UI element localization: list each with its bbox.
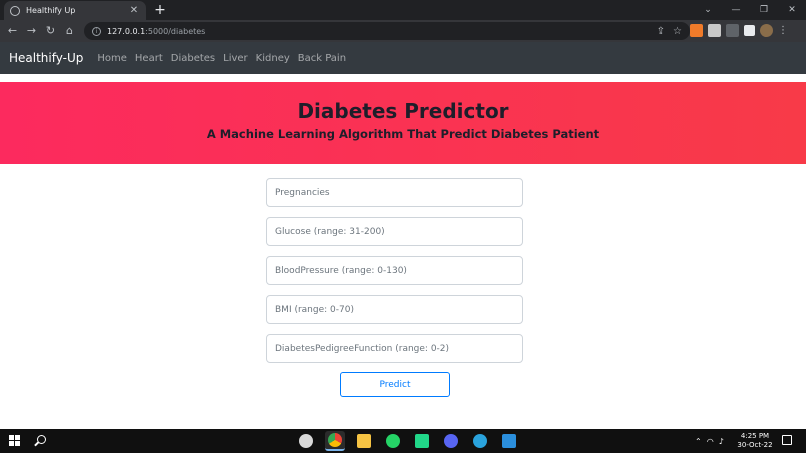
minimize-icon[interactable]: — [722, 5, 750, 15]
profile-avatar[interactable] [760, 24, 773, 37]
nav-link-kidney[interactable]: Kidney [256, 53, 290, 64]
nav-link-liver[interactable]: Liver [223, 53, 248, 64]
telegram-icon[interactable] [470, 431, 490, 451]
taskbar-apps [296, 431, 519, 451]
notification-icon[interactable] [782, 435, 792, 445]
tab-search-icon[interactable]: ⌄ [694, 5, 722, 15]
file-explorer-icon[interactable] [354, 431, 374, 451]
metamask-extension-icon[interactable] [690, 24, 703, 37]
vscode-icon[interactable] [499, 431, 519, 451]
volume-icon[interactable]: ♪ [719, 437, 724, 446]
nav-link-home[interactable]: Home [97, 53, 127, 64]
chrome-app-icon[interactable] [325, 431, 345, 451]
back-arrow-icon[interactable]: ← [3, 20, 22, 42]
info-icon[interactable]: i [92, 26, 101, 36]
windows-taskbar: ⌃ ◠ ♪ 4:25 PM 30-Oct-22 [0, 429, 806, 453]
extension-icon[interactable] [708, 24, 721, 37]
sidepanel-icon[interactable] [744, 25, 755, 36]
close-tab-icon[interactable]: ✕ [128, 5, 140, 16]
forward-arrow-icon[interactable]: → [22, 20, 41, 42]
page-title: Diabetes Predictor [297, 99, 509, 123]
whatsapp-icon[interactable] [383, 431, 403, 451]
home-icon[interactable]: ⌂ [60, 20, 79, 42]
new-tab-button[interactable]: + [153, 1, 167, 19]
predict-button[interactable]: Predict [340, 372, 450, 397]
share-icon[interactable]: ⇪ [657, 26, 665, 37]
windows-start-icon[interactable] [9, 435, 20, 446]
browser-tab[interactable]: Healthify Up ✕ [4, 1, 146, 20]
search-icon[interactable] [37, 435, 46, 444]
pycharm-icon[interactable] [412, 431, 432, 451]
globe-icon [10, 5, 20, 16]
page-subtitle: A Machine Learning Algorithm That Predic… [206, 127, 600, 141]
nav-link-heart[interactable]: Heart [135, 53, 163, 64]
pedigree-function-input[interactable] [266, 334, 523, 363]
tab-title: Healthify Up [26, 6, 76, 15]
weather-app-icon[interactable] [296, 431, 316, 451]
glucose-input[interactable] [266, 217, 523, 246]
menu-kebab-icon[interactable]: ⋮ [778, 25, 788, 36]
restore-icon[interactable]: ❐ [750, 5, 778, 15]
url-path: :5000/diabetes [145, 26, 206, 36]
discord-icon[interactable] [441, 431, 461, 451]
browser-tabstrip: Healthify Up ✕ + ⌄ — ❐ ✕ [0, 0, 806, 20]
reload-icon[interactable]: ↻ [41, 20, 60, 42]
brand-logo[interactable]: Healthify-Up [9, 51, 83, 65]
nav-link-diabetes[interactable]: Diabetes [171, 53, 215, 64]
bookmark-star-icon[interactable]: ☆ [673, 26, 682, 37]
clock-date: 30-Oct-22 [737, 441, 773, 449]
close-window-icon[interactable]: ✕ [778, 5, 806, 15]
system-tray: ⌃ ◠ ♪ [695, 429, 724, 453]
navbar-spacer [0, 74, 806, 82]
bmi-input[interactable] [266, 295, 523, 324]
hero-banner: Diabetes Predictor A Machine Learning Al… [0, 82, 806, 164]
url-host: 127.0.0.1 [107, 26, 146, 36]
nav-link-back-pain[interactable]: Back Pain [298, 53, 346, 64]
pregnancies-input[interactable] [266, 178, 523, 207]
site-navbar: Healthify-Up Home Heart Diabetes Liver K… [0, 42, 806, 74]
blood-pressure-input[interactable] [266, 256, 523, 285]
clock-time: 4:25 PM [740, 432, 770, 440]
chevron-up-icon[interactable]: ⌃ [695, 437, 702, 446]
browser-toolbar: ← → ↻ ⌂ i 127.0.0.1:5000/diabetes ⇪ ☆ ⋮ [0, 20, 806, 42]
extensions-area: ⋮ [690, 24, 788, 37]
system-clock[interactable]: 4:25 PM 30-Oct-22 [736, 432, 774, 450]
window-controls: ⌄ — ❐ ✕ [694, 0, 806, 20]
wifi-icon[interactable]: ◠ [707, 437, 714, 446]
puzzle-icon[interactable] [726, 24, 739, 37]
address-bar[interactable]: i 127.0.0.1:5000/diabetes ⇪ ☆ [84, 22, 690, 40]
